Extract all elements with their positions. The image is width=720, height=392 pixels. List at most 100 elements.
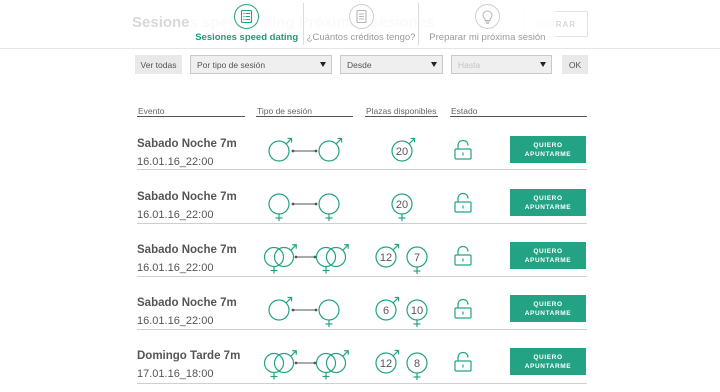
- session-type-select[interactable]: Por tipo de sesión: [190, 55, 332, 74]
- lock-icon: [453, 245, 473, 267]
- seat-count: 6: [383, 305, 389, 317]
- male-symbol-icon: [318, 137, 343, 162]
- seat-count-male-icon: 20: [391, 137, 416, 162]
- tab-prepare-session[interactable]: Preparar mi próxima sesión: [419, 0, 556, 48]
- seats-available: 12 8: [373, 347, 443, 387]
- event-name: Sabado Noche 7m: [137, 191, 237, 203]
- chevron-down-icon: [540, 62, 546, 67]
- seat-count-female-icon: 7: [406, 246, 428, 274]
- sign-up-button-label-line: APUNTARME: [524, 150, 572, 158]
- chevron-down-icon: [320, 62, 326, 67]
- sign-up-button[interactable]: QUIERO APUNTARME: [510, 295, 586, 322]
- lock-icon: [453, 351, 473, 373]
- row-divider: [137, 223, 587, 224]
- event-name: Sabado Noche 7m: [137, 138, 237, 150]
- event-date: 16.01.16_22:00: [137, 156, 214, 168]
- session-type: [265, 188, 359, 228]
- sign-up-button[interactable]: QUIERO APUNTARME: [510, 242, 586, 269]
- tab-label: Sesiones speed dating: [195, 32, 299, 43]
- male-symbol-icon: [268, 296, 293, 321]
- seat-count-male-icon: 6: [375, 296, 400, 321]
- sign-up-button-label-line: APUNTARME: [524, 309, 572, 317]
- date-from-select-value: Desde: [347, 59, 372, 70]
- column-underline: [137, 116, 245, 117]
- sign-up-button-label-line: APUNTARME: [524, 256, 572, 264]
- tab-label: ¿Cuántos créditos tengo?: [306, 32, 416, 43]
- ok-button[interactable]: OK: [562, 55, 588, 74]
- tab-label: Preparar mi próxima sesión: [429, 32, 546, 43]
- male-symbol-icon: [268, 137, 293, 162]
- female-male-symbol-icon: [263, 350, 297, 380]
- chevron-down-icon: [431, 62, 437, 67]
- sign-up-button-label-line: QUIERO: [533, 141, 563, 149]
- row-divider: [137, 169, 587, 170]
- seat-count: 20: [396, 199, 408, 211]
- seat-count-male-icon: 12: [375, 349, 400, 374]
- seats-available: 12 7: [373, 241, 443, 281]
- lightbulb-icon: [474, 4, 500, 29]
- date-from-select[interactable]: Desde: [340, 55, 443, 74]
- seats-available: 20: [373, 188, 443, 228]
- connector-icon: [294, 255, 317, 259]
- sign-up-button[interactable]: QUIERO APUNTARME: [510, 136, 586, 163]
- row-divider: [137, 276, 587, 277]
- document-icon: [348, 4, 374, 29]
- event-date: 16.01.16_22:00: [137, 262, 214, 274]
- seat-count: 20: [396, 146, 408, 158]
- event-row: Sabado Noche 7m 16.01.16_22:00 20 QUIERO APU…: [137, 128, 587, 181]
- sign-up-button-label-line: QUIERO: [533, 247, 563, 255]
- list-icon: [234, 4, 260, 29]
- seat-count-female-icon: 20: [391, 193, 413, 221]
- column-underline: [365, 116, 438, 117]
- female-male-symbol-icon: [315, 244, 349, 274]
- female-symbol-icon: [268, 193, 290, 221]
- event-name: Sabado Noche 7m: [137, 244, 237, 256]
- event-date: 16.01.16_22:00: [137, 315, 214, 327]
- female-symbol-icon: [318, 299, 340, 327]
- date-to-select[interactable]: Hasta: [451, 55, 552, 74]
- female-symbol-icon: [318, 193, 340, 221]
- seat-count-female-icon: 8: [406, 352, 428, 380]
- view-all-button[interactable]: Ver todas: [135, 55, 182, 74]
- seat-count: 12: [380, 252, 392, 264]
- event-row: Domingo Tarde 7m 17.01.16_18:00 12 8 QUIERO A…: [137, 340, 587, 392]
- seats-available: 6 10: [373, 294, 443, 334]
- column-header-type: Tipo de sesión: [257, 106, 312, 116]
- female-male-symbol-icon: [263, 244, 297, 274]
- seat-count-female-icon: 10: [406, 299, 428, 327]
- session-type: [263, 241, 359, 281]
- tab-credits[interactable]: ¿Cuántos créditos tengo?: [304, 0, 417, 48]
- seat-count: 7: [414, 252, 420, 264]
- session-type: [263, 347, 359, 387]
- event-date: 17.01.16_18:00: [137, 368, 214, 380]
- sign-up-button-label-line: QUIERO: [533, 194, 563, 202]
- tab-speed-dating-sessions[interactable]: Sesiones speed dating: [190, 0, 303, 48]
- session-type: [265, 294, 359, 334]
- connector-icon: [291, 308, 318, 312]
- column-header-status: Estado: [451, 106, 478, 116]
- seat-count-male-icon: 12: [375, 243, 400, 268]
- connector-icon: [291, 202, 318, 206]
- sign-up-button[interactable]: QUIERO APUNTARME: [510, 348, 586, 375]
- seat-count: 12: [380, 358, 392, 370]
- row-divider: [137, 329, 587, 330]
- lock-icon: [453, 192, 473, 214]
- column-header-seats: Plazas disponibles: [366, 106, 437, 116]
- event-row: Sabado Noche 7m 16.01.16_22:00 20 QUIERO APU…: [137, 181, 587, 234]
- sign-up-button[interactable]: QUIERO APUNTARME: [510, 189, 586, 216]
- session-type-select-value: Por tipo de sesión: [197, 59, 266, 70]
- column-header-event: Evento: [138, 106, 165, 116]
- event-name: Domingo Tarde 7m: [137, 350, 241, 362]
- lock-icon: [453, 298, 473, 320]
- column-underline: [256, 116, 353, 117]
- sign-up-button-label-line: QUIERO: [533, 353, 563, 361]
- event-name: Sabado Noche 7m: [137, 297, 237, 309]
- event-row: Sabado Noche 7m 16.01.16_22:00 12 7 QUIERO AP…: [137, 234, 587, 287]
- event-row: Sabado Noche 7m 16.01.16_22:00 6 10 QUIERO AP…: [137, 287, 587, 340]
- lock-icon: [453, 139, 473, 161]
- date-to-select-value: Hasta: [458, 59, 481, 70]
- column-underline: [450, 116, 587, 117]
- female-male-symbol-icon: [315, 350, 349, 380]
- tab-bar: Sesiones speed dating ¿Cuántos créditos …: [190, 0, 556, 48]
- tab-bar-divider: [0, 48, 720, 49]
